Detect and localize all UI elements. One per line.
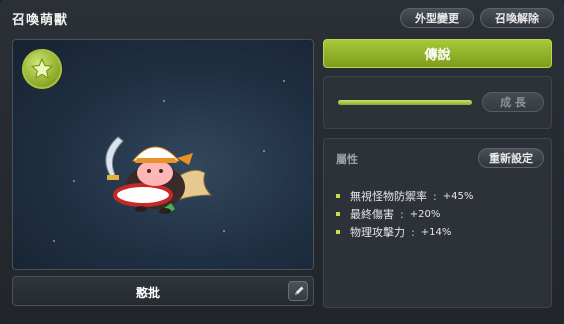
star-icon bbox=[22, 49, 62, 89]
stat-separator: : bbox=[411, 225, 415, 239]
stat-separator: : bbox=[400, 207, 404, 221]
rename-button[interactable] bbox=[288, 281, 308, 301]
growth-panel: 成 長 bbox=[323, 76, 552, 129]
sparkle bbox=[263, 150, 265, 152]
stat-row: 物理攻擊力 : +14% bbox=[336, 223, 473, 241]
stats-title: 屬性 bbox=[336, 153, 358, 166]
stat-value: +20% bbox=[409, 208, 441, 220]
reset-stats-button[interactable]: 重新設定 bbox=[478, 148, 544, 168]
summon-window: 召喚萌獸 外型變更 召喚解除 憨批 傳說 成 長 屬性 重新設定 無視怪物防禦率… bbox=[0, 0, 564, 324]
bullet-icon bbox=[336, 212, 340, 216]
sparkle bbox=[283, 80, 285, 82]
stat-separator: : bbox=[433, 189, 437, 203]
sparkle bbox=[73, 180, 75, 182]
stat-name: 物理攻擊力 bbox=[350, 226, 405, 239]
growth-progress-fill bbox=[338, 100, 472, 105]
stat-row: 無視怪物防禦率 : +45% bbox=[336, 187, 473, 205]
stat-row: 最終傷害 : +20% bbox=[336, 205, 473, 223]
stat-value: +14% bbox=[420, 226, 452, 238]
change-appearance-button[interactable]: 外型變更 bbox=[400, 8, 474, 28]
bullet-icon bbox=[336, 194, 340, 198]
window-title: 召喚萌獸 bbox=[12, 13, 69, 28]
sparkle bbox=[223, 230, 225, 232]
dismiss-summon-button[interactable]: 召喚解除 bbox=[480, 8, 554, 28]
sparkle bbox=[163, 100, 165, 102]
pet-name-bar: 憨批 bbox=[12, 276, 314, 306]
stats-panel: 屬性 重新設定 無視怪物防禦率 : +45% 最終傷害 : +20% 物理攻擊力… bbox=[323, 138, 552, 308]
pet-name: 憨批 bbox=[135, 286, 160, 300]
bullet-icon bbox=[336, 230, 340, 234]
pet-sprite bbox=[105, 136, 213, 214]
sparkle bbox=[53, 240, 55, 242]
pet-preview bbox=[12, 39, 314, 270]
stat-list: 無視怪物防禦率 : +45% 最終傷害 : +20% 物理攻擊力 : +14% bbox=[336, 187, 473, 241]
grade-button[interactable]: 傳說 bbox=[323, 39, 552, 68]
growth-progress-bar bbox=[338, 100, 472, 105]
grow-button[interactable]: 成 長 bbox=[482, 92, 544, 112]
stat-value: +45% bbox=[442, 190, 474, 202]
stat-name: 最終傷害 bbox=[350, 208, 394, 221]
stat-name: 無視怪物防禦率 bbox=[350, 190, 427, 203]
pencil-icon bbox=[295, 286, 304, 295]
